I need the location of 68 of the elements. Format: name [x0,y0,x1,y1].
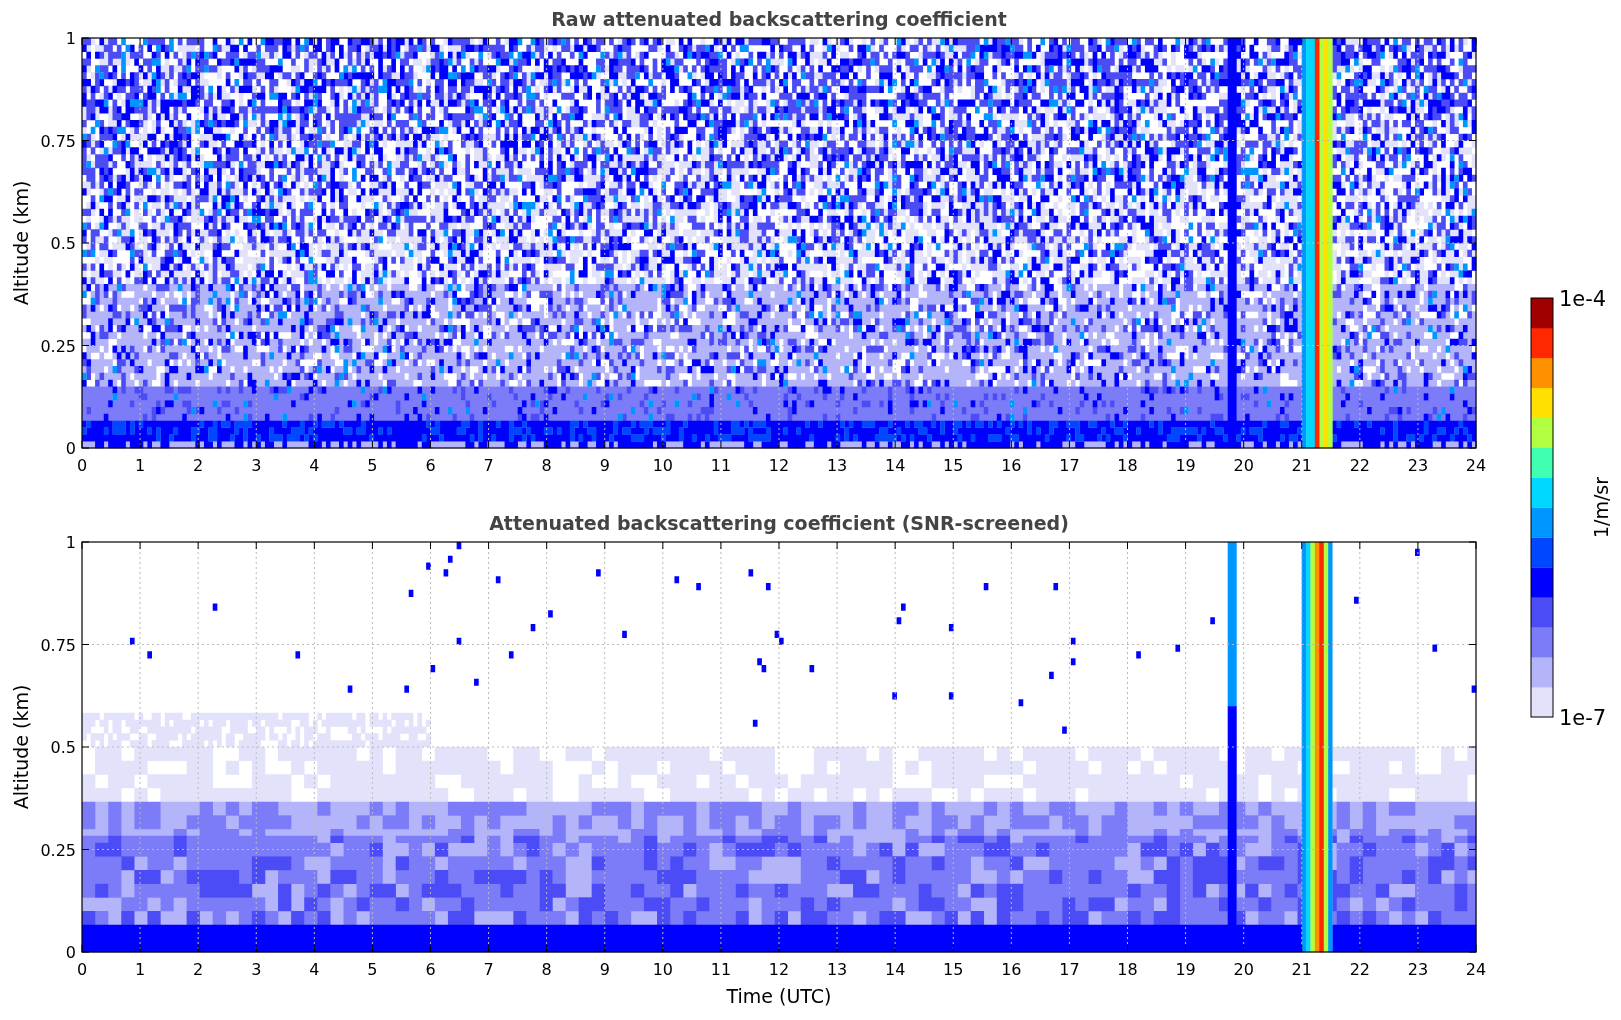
tick-label: 17 [1059,960,1080,979]
tick-label: 0 [65,943,76,962]
tick-label: 0 [65,439,76,458]
tick-label: 0 [76,960,88,979]
tick-label: 8 [541,456,552,475]
axis-label: Altitude (km) [10,684,32,810]
tick-label: 12 [768,456,790,475]
tick-label: 10 [652,960,673,979]
tick-label: 0.5 [50,234,76,253]
tick-label: 9 [599,960,610,979]
tick-label: 14 [885,456,906,475]
tick-label: 2 [193,456,204,475]
tick-label: 0.5 [50,738,76,757]
tick-label: 3 [251,456,262,475]
tick-label: 14 [885,960,906,979]
tick-label: 5 [367,456,378,475]
tick-label: 23 [1407,960,1429,979]
tick-label: 18 [1117,960,1138,979]
tick-label: 19 [1175,456,1196,475]
tick-label: 12 [768,960,790,979]
tick-label: 5 [367,960,378,979]
tick-label: 23 [1407,456,1429,475]
tick-label: 0.75 [40,131,76,151]
tick-label: 22 [1349,456,1370,475]
tick-label: 7 [483,456,494,475]
tick-label: 1 [65,29,76,48]
tick-label: 9 [599,456,610,475]
tick-label: 6 [425,960,436,979]
tick-label: 16 [1001,456,1022,475]
tick-label: 1 [65,533,76,552]
tick-label: 11 [710,960,732,979]
tick-label: 15 [943,960,964,979]
tick-label: 4 [309,960,320,979]
tick-label: 18 [1117,456,1138,475]
chart-title: Attenuated backscattering coefficient (SNR-screened) [489,512,1069,534]
colorbar-label: 1e-7 [1559,706,1607,730]
tick-label: 22 [1349,960,1370,979]
chart-title: Raw attenuated backscattering coefficient [551,8,1007,30]
tick-label: 7 [483,960,494,979]
colorbar-unit: 1/m/sr [1590,476,1612,539]
axis-label: Time (UTC) [726,985,832,1007]
tick-label: 1 [135,960,146,979]
tick-label: 13 [826,456,848,475]
tick-label: 19 [1175,960,1196,979]
tick-label: 16 [1001,960,1022,979]
axis-label: Altitude (km) [10,180,32,306]
tick-label: 20 [1233,960,1254,979]
tick-label: 0.25 [40,336,76,356]
tick-label: 21 [1291,456,1312,475]
tick-label: 10 [652,456,673,475]
tick-label: 13 [826,960,848,979]
tick-label: 11 [710,456,732,475]
tick-label: 3 [251,960,262,979]
colorbar-label: 1e-4 [1559,287,1607,311]
tick-label: 2 [193,960,204,979]
tick-label: 0.75 [40,635,76,655]
tick-label: 21 [1291,960,1312,979]
tick-label: 15 [943,456,964,475]
tick-label: 6 [425,456,436,475]
tick-label: 0.25 [40,840,76,860]
tick-label: 4 [309,456,320,475]
tick-label: 17 [1059,456,1080,475]
tick-label: 0 [76,456,88,475]
tick-label: 1 [135,456,146,475]
tick-label: 8 [541,960,552,979]
tick-label: 24 [1465,960,1487,979]
tick-label: 20 [1233,456,1254,475]
tick-label: 24 [1465,456,1487,475]
